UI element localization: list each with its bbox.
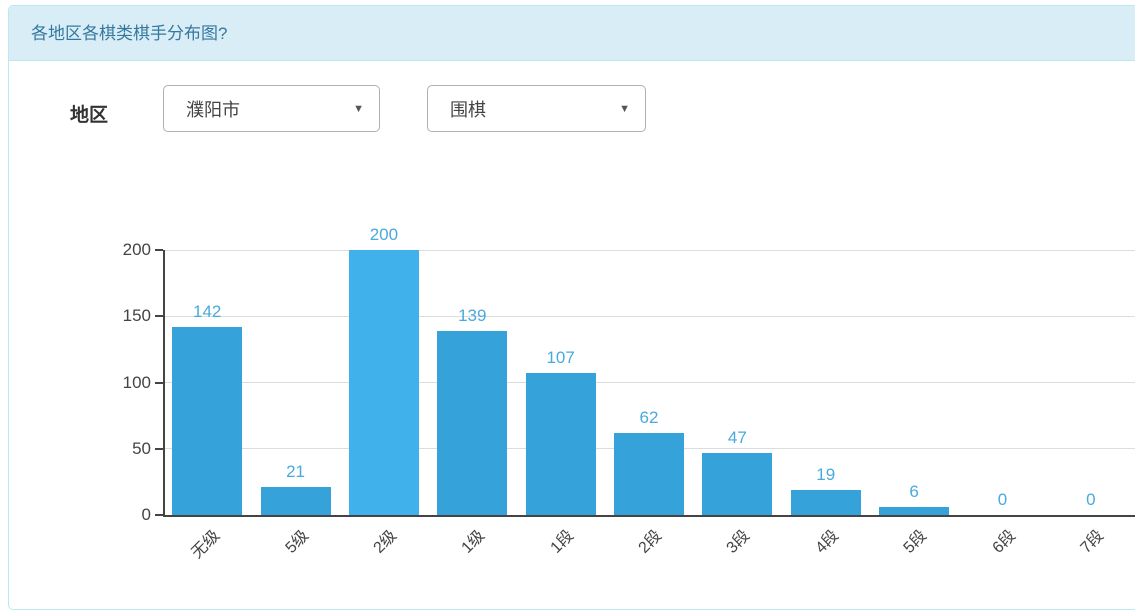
bar[interactable] [261, 487, 331, 515]
x-category-label: 1段 [543, 523, 578, 558]
gridline [163, 316, 1135, 317]
region-select-value: 濮阳市 [186, 96, 240, 122]
x-category-label: 6段 [985, 523, 1020, 558]
bar[interactable] [879, 507, 949, 515]
bar[interactable] [526, 373, 596, 515]
bar-value-label: 62 [609, 408, 689, 428]
y-axis-tick [155, 315, 163, 317]
region-filter-label: 地区 [70, 100, 108, 127]
screen: 各地区各棋类棋手分布图? 地区 濮阳市 ▼ 围棋 ▼ 0 50 100 150 200 1… [0, 0, 1135, 610]
bar[interactable] [702, 453, 772, 515]
bar[interactable] [614, 433, 684, 515]
bar-value-label: 0 [962, 490, 1042, 510]
chess-type-select-value: 围棋 [450, 96, 486, 122]
bar-value-label: 107 [521, 348, 601, 368]
y-tick-label: 100 [101, 372, 151, 394]
chess-type-select[interactable]: 围棋 ▼ [427, 85, 646, 132]
y-axis-tick [155, 249, 163, 251]
bar[interactable] [349, 250, 419, 515]
y-axis-tick [155, 448, 163, 450]
bar-value-label: 6 [874, 482, 954, 502]
chart-panel: 各地区各棋类棋手分布图? 地区 濮阳市 ▼ 围棋 ▼ 0 50 100 150 200 1… [8, 5, 1135, 610]
x-category-label: 2级 [366, 523, 401, 558]
bar[interactable] [437, 331, 507, 515]
x-axis-line [163, 515, 1135, 517]
bar-value-label: 0 [1051, 490, 1131, 510]
region-select[interactable]: 濮阳市 ▼ [163, 85, 380, 132]
bar[interactable] [791, 490, 861, 515]
x-category-label: 7段 [1073, 523, 1108, 558]
y-tick-label: 0 [101, 504, 151, 526]
gridline [163, 250, 1135, 251]
bar-value-label: 19 [786, 465, 866, 485]
bar-value-label: 21 [256, 462, 336, 482]
chevron-down-icon: ▼ [353, 103, 364, 115]
plot-area: 050100150200142无级215级2002级1391级1071段622段… [163, 250, 1135, 515]
panel-title: 各地区各棋类棋手分布图? [9, 6, 1135, 61]
chevron-down-icon: ▼ [619, 103, 630, 115]
y-tick-label: 50 [101, 438, 151, 460]
x-category-label: 5级 [278, 523, 313, 558]
bar-value-label: 142 [167, 302, 247, 322]
bar-value-label: 200 [344, 225, 424, 245]
x-category-label: 2段 [631, 523, 666, 558]
y-axis-line [163, 250, 165, 515]
x-category-label: 4段 [808, 523, 843, 558]
bar[interactable] [172, 327, 242, 515]
y-axis-tick [155, 382, 163, 384]
x-category-label: 1级 [455, 523, 490, 558]
bar-value-label: 139 [432, 306, 512, 326]
y-tick-label: 150 [101, 305, 151, 327]
y-tick-label: 200 [101, 239, 151, 261]
x-category-label: 5段 [896, 523, 931, 558]
y-axis-tick [155, 514, 163, 516]
x-category-label: 3段 [720, 523, 755, 558]
x-category-label: 无级 [185, 523, 225, 563]
bar-value-label: 47 [697, 428, 777, 448]
gridline [163, 382, 1135, 383]
